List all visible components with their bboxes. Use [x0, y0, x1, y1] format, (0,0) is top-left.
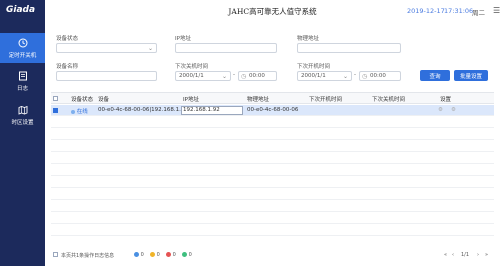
device-table: 设备状态 设备 IP地址 物理地址 下次开机时间 下次关机时间 设置 在线 00…: [51, 92, 494, 242]
brand-logo: Giada: [6, 5, 36, 15]
table-footer: 本页共1条操作日志信息 0 0 0 0 « ‹ 1/1 › »: [51, 249, 494, 261]
info-count: 0: [134, 252, 144, 258]
edit-icon[interactable]: ⚙: [438, 107, 443, 113]
header-date: 2019-12-17: [407, 7, 445, 15]
ok-status-icon: [182, 252, 187, 257]
empty-row: [51, 165, 494, 176]
empty-row: [51, 117, 494, 128]
prev-page-button[interactable]: ‹: [452, 252, 454, 258]
top-header: JAHC高可靠无人值守系统 2019-12-17 17:31:06 周二 ☰: [45, 0, 500, 22]
last-page-button[interactable]: »: [485, 252, 488, 258]
next-boot-time-input[interactable]: ◷ 00:00: [359, 71, 401, 81]
footer-checkbox[interactable]: [53, 252, 58, 257]
empty-row: [51, 189, 494, 200]
next-shutdown-date: 2000/1/1: [179, 73, 204, 79]
ok-count: 0: [182, 252, 192, 258]
warning-status-icon: [150, 252, 155, 257]
settings-icon[interactable]: ⚙: [451, 107, 456, 113]
dash-separator: -: [354, 72, 356, 78]
ip-cell[interactable]: 192.168.1.92: [181, 106, 243, 115]
header-weekday: 周二: [472, 9, 485, 17]
chevron-down-icon: ⌄: [147, 45, 153, 52]
hamburger-icon[interactable]: ☰: [493, 6, 500, 15]
device-status-select[interactable]: ⌄: [56, 43, 157, 53]
next-shutdown-time-input[interactable]: ◷ 00:00: [238, 71, 277, 81]
next-boot-date-input[interactable]: 2000/1/1 ⌄: [297, 71, 352, 81]
empty-row: [51, 201, 494, 212]
mac-input[interactable]: [297, 43, 401, 53]
page-indicator: 1/1: [461, 252, 470, 258]
page-info: 本页共1条操作日志信息: [61, 253, 115, 259]
batch-settings-button[interactable]: 批量设置: [454, 70, 488, 81]
sidebar-item-label: 日志: [16, 85, 28, 92]
sidebar-item-label: 时区设置: [11, 119, 34, 126]
col-settings: 设置: [440, 97, 452, 103]
select-all-checkbox[interactable]: [53, 96, 58, 101]
col-mac: 物理地址: [247, 97, 270, 103]
ip-input[interactable]: [175, 43, 277, 53]
row-checkbox[interactable]: [53, 108, 58, 113]
map-icon: [18, 105, 27, 115]
col-next-boot: 下次开机时间: [309, 97, 343, 103]
next-boot-label: 下次开机时间: [297, 64, 331, 70]
next-shutdown-label: 下次关机时间: [175, 64, 209, 70]
next-boot-date: 2000/1/1: [301, 73, 326, 79]
col-ip: IP地址: [183, 97, 199, 103]
sidebar-item-label: 定时开关机: [8, 52, 37, 59]
empty-row: [51, 177, 494, 188]
next-page-button[interactable]: ›: [477, 252, 479, 258]
next-boot-time: 00:00: [370, 73, 386, 79]
sidebar-item-timezone[interactable]: 时区设置: [0, 100, 45, 130]
ip-label: IP地址: [175, 36, 191, 42]
empty-row: [51, 129, 494, 140]
sidebar-item-scheduled-power[interactable]: 定时开关机: [0, 33, 45, 63]
ok-count-value: 0: [188, 252, 192, 258]
error-status-icon: [166, 252, 171, 257]
clock-icon: [18, 38, 27, 47]
info-count-value: 0: [140, 252, 144, 258]
warn-count: 0: [150, 252, 160, 258]
chevron-down-icon: ⌄: [342, 73, 348, 80]
dash-separator: -: [233, 72, 235, 78]
device-name-input[interactable]: [56, 71, 157, 81]
sidebar: Giada 定时开关机 日志 时区设置: [0, 0, 45, 266]
status-text: 在线: [76, 109, 88, 115]
clock-icon: ◷: [241, 73, 247, 80]
status-cell: 在线: [71, 107, 88, 115]
sidebar-item-log[interactable]: 日志: [0, 66, 45, 96]
col-device: 设备: [98, 97, 110, 103]
first-page-button[interactable]: «: [444, 252, 447, 258]
device-status-label: 设备状态: [56, 36, 79, 42]
device-name-label: 设备名称: [56, 64, 79, 70]
online-status-icon: [71, 110, 75, 114]
empty-row: [51, 225, 494, 236]
clock-icon: ◷: [362, 73, 368, 80]
error-count-value: 0: [172, 252, 176, 258]
query-button[interactable]: 查询: [420, 70, 450, 81]
table-row[interactable]: 在线 00-e0-4c-68-00-06|192.168.1.92 192.16…: [51, 105, 494, 116]
info-status-icon: [134, 252, 139, 257]
log-icon: [18, 71, 27, 80]
next-shutdown-time: 00:00: [249, 73, 265, 79]
warn-count-value: 0: [156, 252, 160, 258]
empty-row: [51, 213, 494, 224]
header-time: 17:31:06: [444, 7, 474, 15]
col-device-status: 设备状态: [71, 97, 94, 103]
error-count: 0: [166, 252, 176, 258]
filter-form: 设备状态 ⌄ IP地址 物理地址 设备名称 下次关机时间 2000/1/1 ⌄ …: [45, 22, 500, 100]
empty-row: [51, 153, 494, 164]
chevron-down-icon: ⌄: [221, 73, 227, 80]
col-next-shutdown: 下次关机时间: [372, 97, 406, 103]
next-shutdown-date-input[interactable]: 2000/1/1 ⌄: [175, 71, 231, 81]
table-header: 设备状态 设备 IP地址 物理地址 下次开机时间 下次关机时间 设置: [51, 93, 494, 104]
empty-row: [51, 141, 494, 152]
mac-label: 物理地址: [297, 36, 320, 42]
mac-cell: 00-e0-4c-68-00-06: [247, 107, 299, 113]
device-cell: 00-e0-4c-68-00-06|192.168.1.92: [98, 107, 188, 113]
